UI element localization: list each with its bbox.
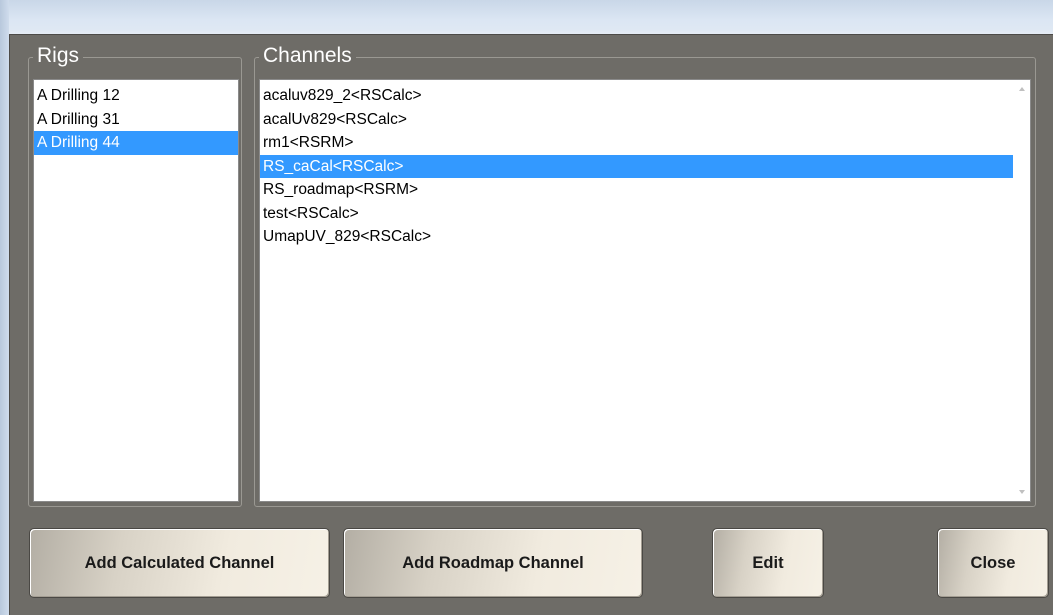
list-item[interactable]: test<RSCalc> <box>260 202 1013 226</box>
channels-list: acaluv829_2<RSCalc> acalUv829<RSCalc> rm1<… <box>260 80 1013 249</box>
list-item[interactable]: acalUv829<RSCalc> <box>260 108 1013 132</box>
list-item[interactable]: RS_roadmap<RSRM> <box>260 178 1013 202</box>
close-button[interactable]: Close <box>937 528 1049 598</box>
rigs-list: A Drilling 12 A Drilling 31 A Drilling 44 <box>34 80 238 155</box>
list-item[interactable]: RS_caCal<RSCalc> <box>260 154 1013 178</box>
list-item[interactable]: UmapUV_829<RSCalc> <box>260 225 1013 249</box>
dialog-window: Rigs A Drilling 12 A Drilling 31 A Drillin… <box>0 0 1053 615</box>
scroll-down-arrow-icon[interactable] <box>1019 490 1025 494</box>
channels-scrollbar[interactable] <box>1013 80 1030 501</box>
add-roadmap-channel-button[interactable]: Add Roadmap Channel <box>343 528 643 598</box>
list-item[interactable]: A Drilling 12 <box>34 84 238 108</box>
rigs-listbox[interactable]: A Drilling 12 A Drilling 31 A Drilling 44 <box>33 79 239 502</box>
channels-group-title: Channels <box>259 44 356 68</box>
channels-listbox[interactable]: acaluv829_2<RSCalc> acalUv829<RSCalc> rm1<… <box>259 79 1031 502</box>
list-item[interactable]: A Drilling 44 <box>34 131 238 155</box>
edit-button[interactable]: Edit <box>712 528 824 598</box>
scroll-up-arrow-icon[interactable] <box>1019 87 1025 91</box>
add-calculated-channel-button[interactable]: Add Calculated Channel <box>29 528 330 598</box>
list-item[interactable]: acaluv829_2<RSCalc> <box>260 84 1013 108</box>
window-frame <box>0 0 9 615</box>
list-item[interactable]: rm1<RSRM> <box>260 131 1013 155</box>
list-item[interactable]: A Drilling 31 <box>34 108 238 132</box>
rigs-group-title: Rigs <box>33 44 84 68</box>
